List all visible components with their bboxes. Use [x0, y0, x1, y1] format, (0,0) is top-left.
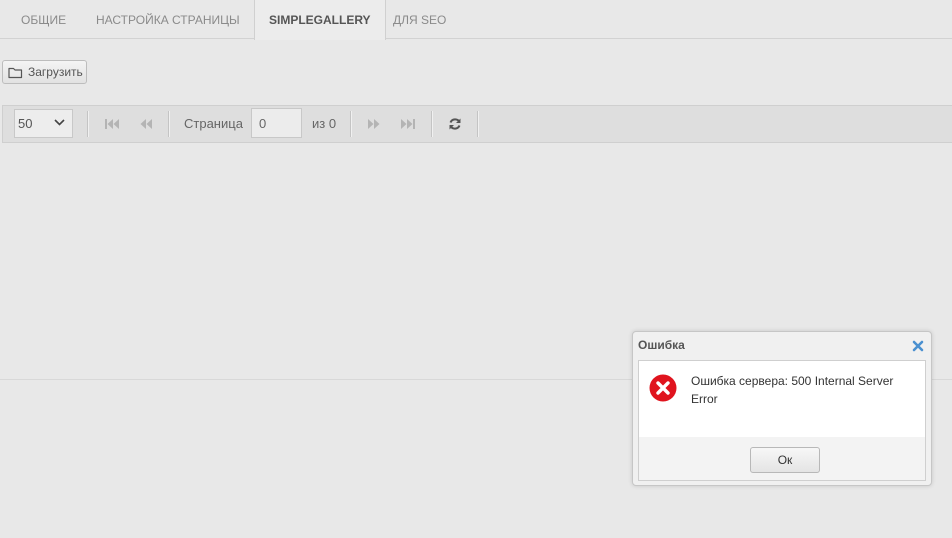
dialog-message: Ошибка сервера: 500 Internal Server Erro… — [691, 374, 894, 406]
dialog-footer: Ок — [638, 437, 926, 481]
page-count-label: из 0 — [312, 116, 337, 131]
tab-bar: ОБЩИЕ НАСТРОЙКА СТРАНИЦЫ SIMPLEGALLERY Д… — [0, 0, 952, 40]
tab-page-settings[interactable]: НАСТРОЙКА СТРАНИЦЫ — [82, 0, 254, 39]
chevron-down-icon — [54, 119, 65, 126]
dialog-title: Ошибка — [638, 338, 685, 352]
page-label: Страница — [184, 116, 243, 131]
page-size-value: 50 — [18, 116, 33, 131]
next-page-icon[interactable] — [365, 115, 383, 133]
pager-toolbar: 50 Страница из 0 — [2, 105, 952, 143]
refresh-icon[interactable] — [446, 115, 464, 133]
error-icon — [649, 374, 677, 402]
tab-simplegallery[interactable]: SIMPLEGALLERY — [254, 0, 386, 40]
pager-separator — [477, 111, 478, 137]
folder-icon — [8, 67, 23, 78]
ok-button[interactable]: Ок — [750, 447, 820, 473]
prev-page-icon[interactable] — [137, 115, 155, 133]
tab-seo[interactable]: ДЛЯ SEO — [379, 0, 460, 39]
pager-separator — [350, 111, 351, 137]
pager-separator — [168, 111, 169, 137]
upload-button[interactable]: Загрузить — [2, 60, 87, 84]
close-icon[interactable] — [912, 340, 924, 352]
page-size-select[interactable]: 50 — [14, 109, 73, 138]
error-dialog: Ошибка Ошибка сервера: 500 Internal Serv… — [632, 331, 932, 486]
tab-general[interactable]: ОБЩИЕ — [7, 0, 80, 39]
page-number-input[interactable] — [251, 108, 302, 138]
upload-button-label: Загрузить — [28, 65, 83, 79]
dialog-body: Ошибка сервера: 500 Internal Server Erro… — [638, 360, 926, 438]
pager-separator — [87, 111, 88, 137]
first-page-icon[interactable] — [103, 115, 121, 133]
pager-separator — [431, 111, 432, 137]
last-page-icon[interactable] — [399, 115, 417, 133]
